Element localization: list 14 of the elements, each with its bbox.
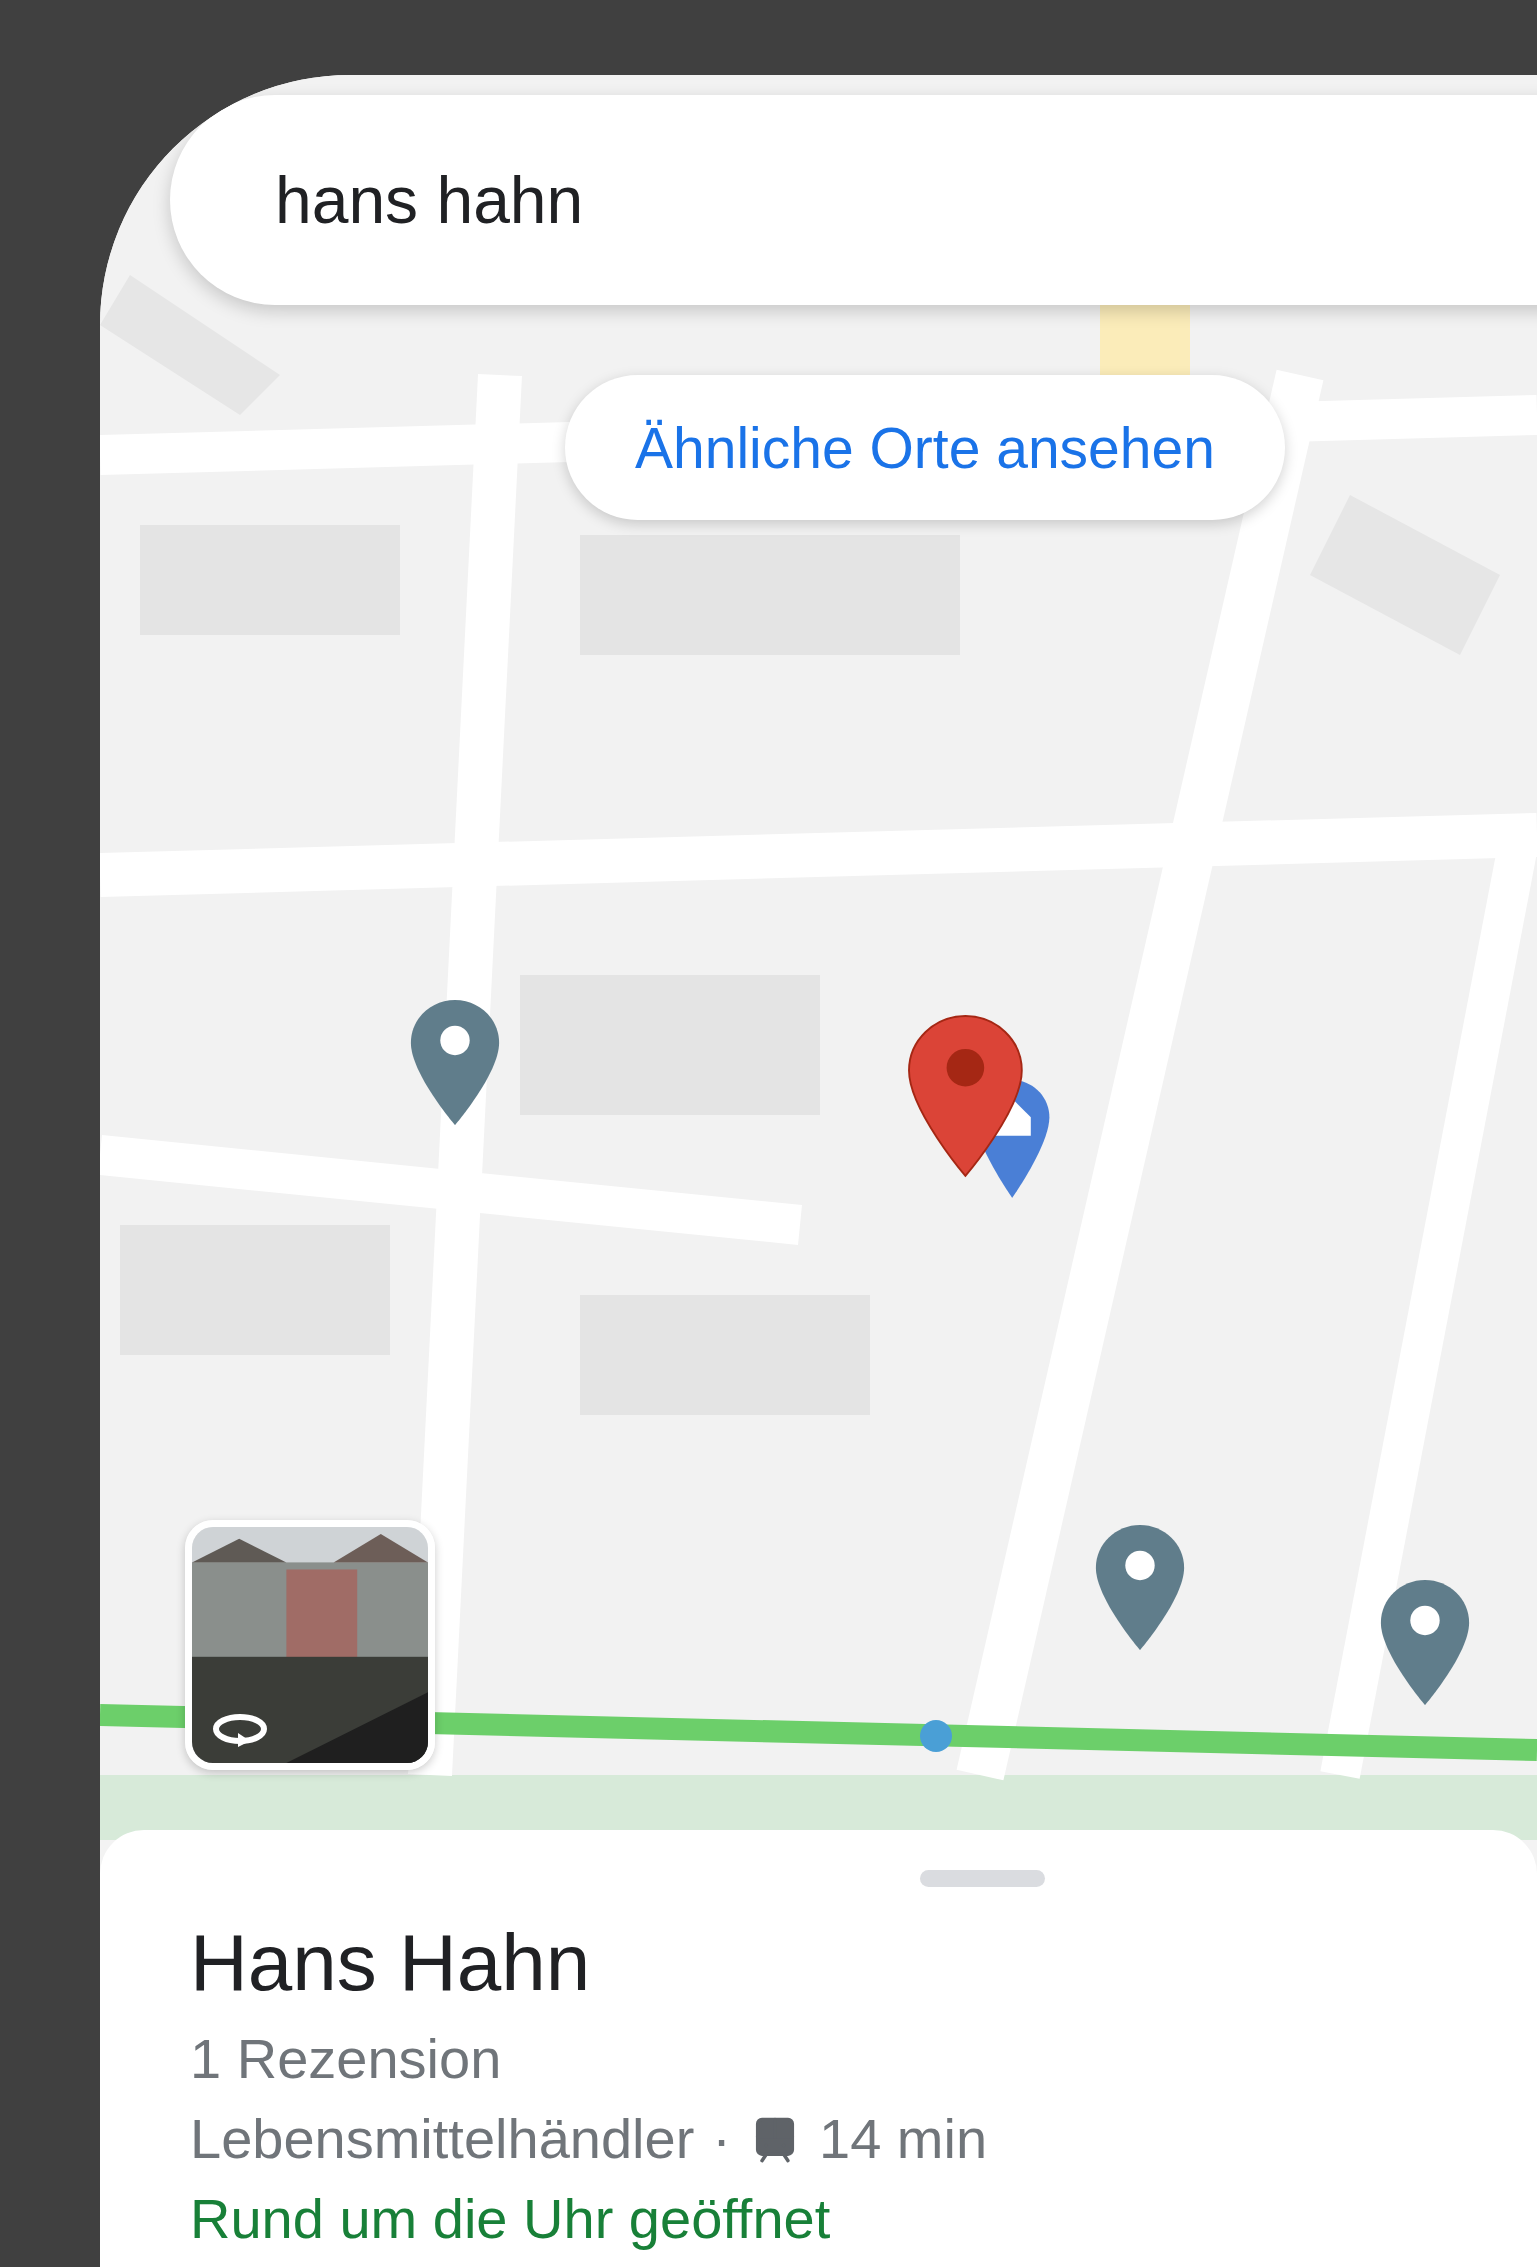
search-field[interactable]: hans hahn (170, 95, 1537, 305)
review-count[interactable]: 1 Rezension (190, 2019, 502, 2099)
place-category: Lebensmittelhändler (190, 2106, 695, 2172)
similar-places-button[interactable]: Ähnliche Orte ansehen (565, 375, 1285, 520)
separator: · (712, 2106, 731, 2172)
place-name: Hans Hahn (190, 1917, 592, 2009)
location-dot-icon (920, 1720, 952, 1752)
rotate-icon (210, 1713, 270, 1747)
opening-hours: Rund um die Uhr geöffnet (190, 2186, 831, 2252)
map-pin-icon[interactable] (410, 1000, 500, 1125)
transit-time: 14 min (819, 2106, 988, 2172)
map-pin-icon[interactable] (1380, 1580, 1470, 1705)
map-pin-icon[interactable] (1095, 1525, 1185, 1650)
drag-handle[interactable] (920, 1870, 1045, 1887)
